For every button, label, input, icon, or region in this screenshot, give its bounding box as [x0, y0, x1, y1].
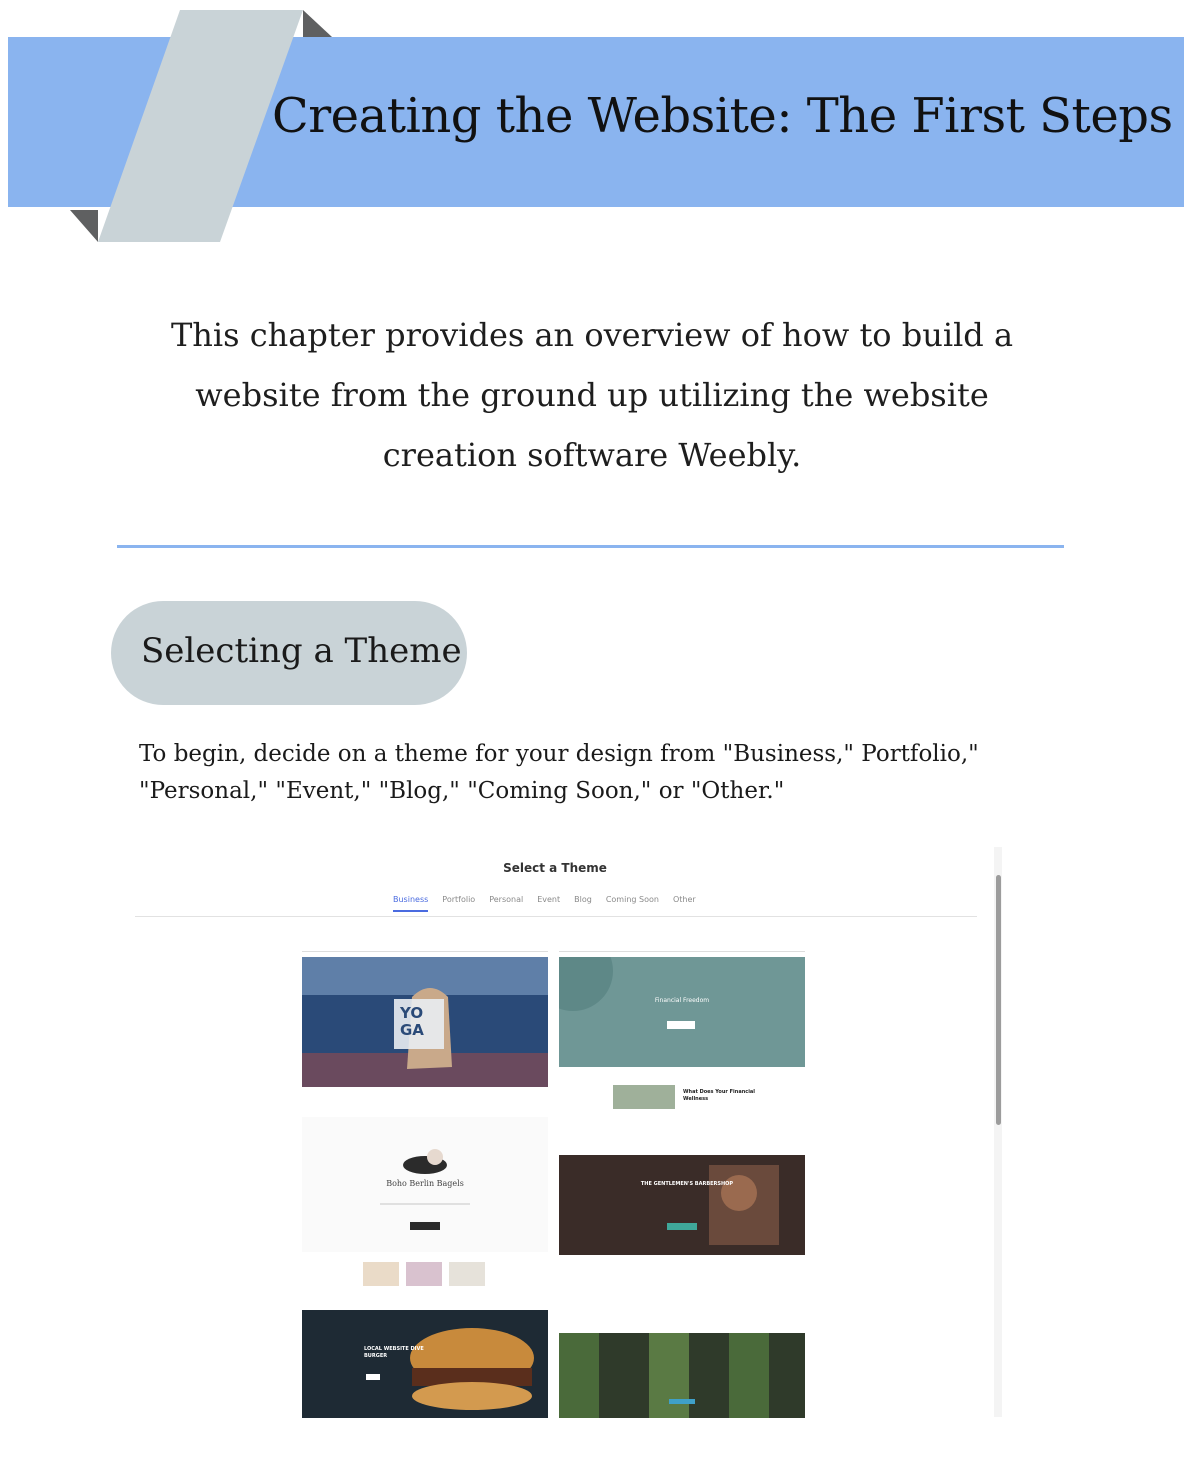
tab-business[interactable]: Business [393, 895, 429, 912]
scrollbar-thumb[interactable] [996, 875, 1001, 1125]
theme-card-barbershop[interactable]: THE GENTLEMEN'S BARBERSHOP [559, 1155, 805, 1255]
tab-portfolio[interactable]: Portfolio [442, 895, 475, 912]
nature-thumbnail [559, 1333, 805, 1418]
burger-overlay: LOCAL WEBSITE DIVE BURGER [364, 1346, 424, 1359]
theme-picker-screenshot: Select a Theme Business Portfolio Person… [135, 845, 1005, 1420]
tabs-underline [135, 916, 977, 917]
chapter-intro: This chapter provides an overview of how… [170, 316, 1014, 474]
bagel-photos-strip [363, 1260, 485, 1288]
theme-card-nature[interactable] [559, 1333, 805, 1418]
theme-card-financial[interactable]: Financial Freedom [559, 957, 805, 1067]
theme-mini-nav [559, 951, 805, 952]
barbershop-overlay: THE GENTLEMEN'S BARBERSHOP [640, 1181, 734, 1187]
tab-personal[interactable]: Personal [489, 895, 523, 912]
theme-card-bagels[interactable]: Boho Berlin Bagels [302, 1117, 548, 1252]
tab-other[interactable]: Other [673, 895, 696, 912]
theme-category-tabs: Business Portfolio Personal Event Blog C… [393, 895, 696, 912]
tab-blog[interactable]: Blog [574, 895, 592, 912]
tab-event[interactable]: Event [537, 895, 560, 912]
chapter-title: Creating the Website: The First Steps [272, 88, 1173, 144]
tab-coming-soon[interactable]: Coming Soon [606, 895, 659, 912]
section-heading: Selecting a Theme [141, 631, 462, 671]
financial-overlay: Financial Freedom [654, 997, 710, 1004]
bagel-photos [363, 1262, 485, 1286]
theme-card-yoga[interactable]: YO GA [302, 957, 548, 1087]
screenshot-title: Select a Theme [503, 861, 607, 875]
theme-card-burger[interactable]: LOCAL WEBSITE DIVE BURGER [302, 1310, 548, 1418]
theme-mini-nav [302, 951, 548, 952]
section-divider [117, 545, 1064, 548]
bagels-overlay: Boho Berlin Bagels [386, 1179, 464, 1188]
ribbon-fold-top [303, 10, 332, 37]
ribbon-fold-bottom [70, 210, 98, 242]
yoga-overlay: YO GA [400, 1004, 424, 1039]
burger-thumbnail [302, 1310, 548, 1418]
section-body: To begin, decide on a theme for your des… [139, 741, 979, 804]
barbershop-thumbnail [559, 1155, 805, 1255]
financial-thumbnail [559, 957, 805, 1067]
financial-feature-text: What Does Your Financial Wellness [683, 1089, 756, 1102]
financial-feature-row: What Does Your Financial Wellness [605, 1083, 785, 1113]
